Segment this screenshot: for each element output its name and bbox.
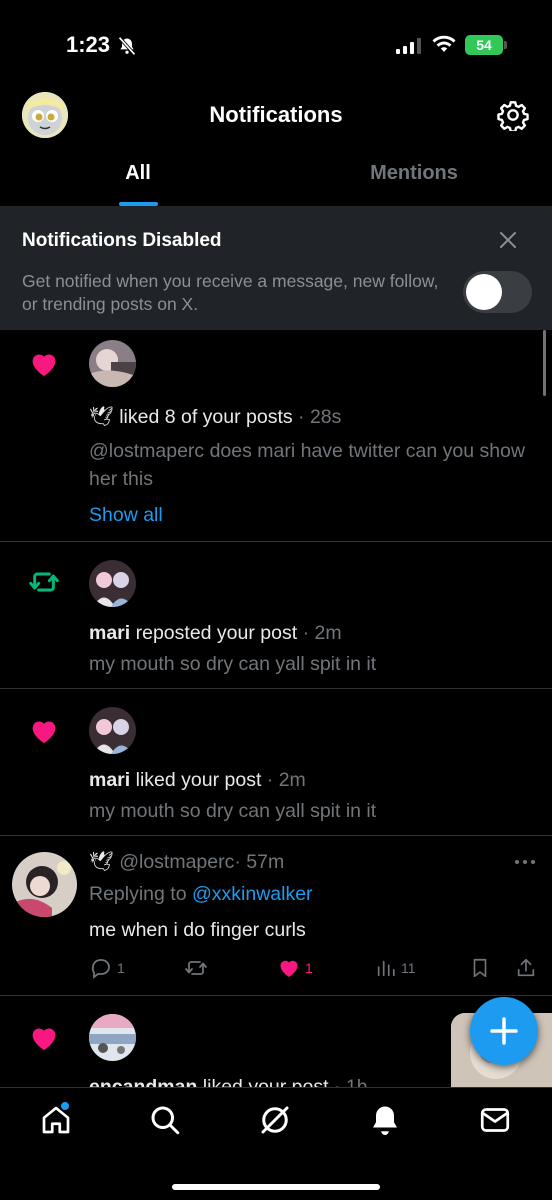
avatar[interactable] — [89, 1014, 136, 1061]
notifications-disabled-banner: Notifications Disabled Get notified when… — [0, 206, 552, 330]
reply-icon — [91, 959, 110, 979]
views-count: 11 — [401, 960, 416, 976]
grok-icon[interactable] — [257, 1102, 293, 1138]
bookmark-icon — [473, 958, 487, 978]
heart-icon — [32, 1028, 56, 1050]
heart-icon — [280, 960, 298, 977]
notification-action: liked your post — [202, 1076, 329, 1087]
heart-icon — [32, 721, 56, 743]
post-item[interactable]: 🕊 @lostmaperc· 57m Replying to @xxkinwal… — [0, 836, 552, 996]
share-icon — [517, 958, 535, 977]
views-button[interactable]: 11 — [375, 954, 416, 982]
bell-off-icon — [118, 36, 136, 56]
notification-text: 🕊 liked 8 of your posts · 28s — [89, 403, 341, 431]
bell-icon[interactable] — [367, 1102, 403, 1138]
search-icon[interactable] — [147, 1102, 183, 1138]
notification-action: reposted your post — [135, 622, 298, 644]
more-icon[interactable] — [514, 858, 536, 866]
scrollbar[interactable] — [543, 330, 546, 396]
analytics-icon — [377, 960, 395, 977]
reply-button[interactable]: 1 — [89, 954, 125, 982]
avatar[interactable] — [89, 707, 136, 754]
user-name[interactable]: mari — [89, 769, 130, 791]
reply-count: 1 — [117, 960, 125, 976]
replying-handle[interactable]: @xxkinwalker — [192, 883, 313, 905]
tab-all[interactable]: All — [0, 162, 276, 185]
repost-button[interactable] — [184, 954, 212, 982]
notification-text: mari liked your post · 2m — [89, 766, 306, 794]
emoji-dove: 🕊 — [89, 406, 114, 428]
notification-text: encandman liked your post · 1h — [89, 1073, 368, 1087]
avatar-image — [89, 707, 136, 754]
heart-icon — [32, 354, 56, 376]
avatar-image — [89, 340, 136, 387]
notification-post-text: my mouth so dry can yall spit in it — [89, 800, 377, 822]
avatar[interactable] — [89, 340, 136, 387]
notifications-feed[interactable]: 🕊 liked 8 of your posts · 28s @lostmaper… — [0, 330, 552, 1087]
replying-to: Replying to @xxkinwalker — [89, 880, 313, 908]
share-button[interactable] — [515, 954, 537, 982]
avatar-image — [89, 1014, 136, 1061]
avatar[interactable] — [89, 560, 136, 607]
like-count: 1 — [305, 960, 313, 976]
page-title: Notifications — [209, 102, 343, 127]
post-actions: 1 1 11 — [89, 954, 539, 982]
notification-post-text: my mouth so dry can yall spit in it — [89, 653, 377, 675]
tab-mentions[interactable]: Mentions — [276, 162, 552, 185]
status-time: 1:23 — [66, 32, 111, 57]
notification-time: · 2m — [266, 769, 306, 791]
repost-icon — [185, 961, 207, 975]
notification-item[interactable]: 🕊 liked 8 of your posts · 28s @lostmaper… — [0, 330, 552, 542]
notification-action: liked your post — [135, 769, 262, 791]
emoji-dove: 🕊 — [89, 851, 114, 873]
show-all-link[interactable]: Show all — [89, 501, 163, 529]
close-icon[interactable] — [498, 230, 518, 250]
notification-time: · 2m — [302, 622, 342, 644]
home-unread-dot — [61, 1102, 69, 1110]
settings-gear-icon[interactable] — [497, 99, 529, 131]
user-name[interactable]: mari — [89, 622, 130, 644]
toggle-knob — [466, 274, 502, 310]
post-handle[interactable]: @lostmaperc — [119, 851, 234, 873]
notification-time: · 1h — [333, 1076, 368, 1087]
battery-indicator: 54 — [465, 35, 503, 55]
home-indicator — [172, 1184, 380, 1190]
notifications-toggle[interactable] — [463, 271, 532, 313]
repost-icon — [29, 572, 59, 592]
banner-title: Notifications Disabled — [22, 230, 222, 251]
wifi-icon — [432, 35, 456, 52]
messages-icon[interactable] — [477, 1102, 513, 1138]
user-name[interactable]: encandman — [89, 1076, 197, 1087]
post-header: 🕊 @lostmaperc· 57m — [89, 848, 284, 876]
bookmark-button[interactable] — [469, 954, 491, 982]
avatar-image — [12, 852, 77, 917]
banner-text: Get notified when you receive a message,… — [22, 271, 439, 314]
notification-action: liked 8 of your posts — [119, 406, 293, 428]
signal-icon — [396, 38, 421, 54]
notification-item[interactable]: mari reposted your post · 2m my mouth so… — [0, 542, 552, 689]
notification-time: · 28s — [298, 406, 342, 428]
avatar-image — [89, 560, 136, 607]
plus-icon — [490, 1017, 518, 1045]
notification-item[interactable]: mari liked your post · 2m my mouth so dr… — [0, 689, 552, 836]
status-bar: 1:23 54 — [0, 0, 552, 90]
avatar[interactable] — [12, 852, 77, 917]
notification-text: mari reposted your post · 2m — [89, 619, 342, 647]
notification-post-text: @lostmaperc does mari have twitter can y… — [89, 440, 525, 490]
like-button[interactable]: 1 — [277, 954, 313, 982]
compose-button[interactable] — [470, 997, 538, 1065]
replying-prefix: Replying to — [89, 883, 187, 905]
post-text: me when i do finger curls — [89, 919, 306, 941]
post-time: · 57m — [234, 851, 285, 873]
battery-tip — [504, 41, 507, 49]
